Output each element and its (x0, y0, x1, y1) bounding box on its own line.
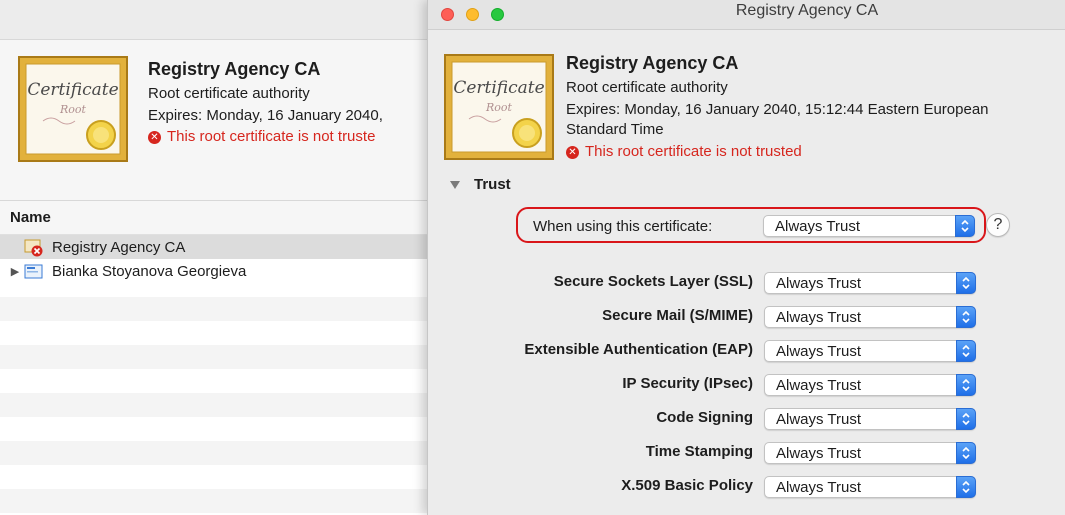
certificate-expiry: Expires: Monday, 16 January 2040, 15:12:… (566, 101, 989, 118)
certificate-kind: Root certificate authority (148, 85, 310, 102)
disclosure-triangle-icon (450, 180, 460, 189)
policy-label-time-stamping: Time Stamping (645, 443, 753, 460)
when-using-highlight: When using this certificate: Always Trus… (516, 207, 986, 243)
popup-value: Always Trust (776, 377, 862, 394)
certificate-details: Registry Agency CA Root certificate auth… (566, 52, 1065, 162)
trust-warning-text: This root certificate is not trusted (585, 143, 802, 160)
certificate-icon: Certificate Root (17, 55, 129, 167)
certificate-icon: Certificate Root (443, 53, 555, 165)
help-button[interactable]: ? (986, 213, 1010, 237)
certificate-name: Registry Agency CA (148, 59, 321, 79)
certificate-details: Registry Agency CA Root certificate auth… (148, 58, 383, 147)
policy-popup-smime[interactable]: Always Trust (764, 306, 976, 328)
policy-popup-ssl[interactable]: Always Trust (764, 272, 976, 294)
chevron-updown-icon (956, 476, 976, 498)
policy-popup-code-signing[interactable]: Always Trust (764, 408, 976, 430)
trust-warning: ✕ This root certificate is not truste (148, 127, 383, 147)
title-bar: Registry Agency CA (428, 0, 1065, 30)
chevron-updown-icon (956, 272, 976, 294)
chevron-updown-icon (956, 408, 976, 430)
popup-value: Always Trust (776, 343, 862, 360)
trust-section-label: Trust (474, 176, 511, 193)
popup-value: Always Trust (775, 218, 861, 235)
chevron-updown-icon (956, 340, 976, 362)
trust-warning: ✕ This root certificate is not trusted (566, 142, 1065, 162)
svg-text:Certificate: Certificate (27, 80, 118, 100)
trust-warning-text: This root certificate is not truste (167, 128, 376, 145)
policy-label-x509: X.509 Basic Policy (621, 477, 753, 494)
window-title: Registry Agency CA (735, 2, 879, 19)
policy-label-code-signing: Code Signing (656, 409, 753, 426)
list-item[interactable]: ▶ Bianka Stoyanova Georgieva (0, 259, 427, 283)
chevron-updown-icon (956, 442, 976, 464)
policy-popup-x509[interactable]: Always Trust (764, 476, 976, 498)
certificate-kind: Root certificate authority (566, 79, 728, 96)
policy-label-smime: Secure Mail (S/MIME) (602, 307, 753, 324)
list-item[interactable]: Registry Agency CA (0, 235, 427, 259)
certificate-name: Registry Agency CA (566, 53, 739, 73)
disclosure-triangle-icon[interactable]: ▶ (6, 265, 24, 278)
list-item-label: Bianka Stoyanova Georgieva (52, 262, 247, 280)
error-icon: ✕ (566, 145, 579, 159)
chevron-updown-icon (956, 374, 976, 396)
error-icon: ✕ (148, 130, 161, 144)
svg-text:Root: Root (485, 101, 513, 114)
certificate-expiry-cont: Standard Time (566, 121, 664, 138)
certificate-list: Name Registry Agency CA ▶ Bianka Stoyano… (0, 200, 427, 515)
keychain-toolbar (0, 0, 427, 40)
certificate-untrusted-icon (24, 239, 44, 257)
keychain-window: Certificate Root Registry Agency CA Root… (0, 0, 427, 515)
trust-section-toggle[interactable]: Trust (450, 176, 511, 193)
svg-text:Root: Root (59, 103, 87, 116)
policy-label-ipsec: IP Security (IPsec) (622, 375, 753, 392)
popup-value: Always Trust (776, 411, 862, 428)
policy-label-eap: Extensible Authentication (EAP) (524, 341, 753, 358)
column-header-name[interactable]: Name (0, 201, 427, 235)
certificate-icon (24, 263, 44, 279)
certificate-summary: Certificate Root Registry Agency CA Root… (0, 40, 427, 200)
chevron-updown-icon (956, 306, 976, 328)
certificate-trust-dialog: Registry Agency CA Certificate Root Regi… (427, 0, 1065, 515)
when-using-label: When using this certificate: (533, 218, 713, 235)
policy-popup-eap[interactable]: Always Trust (764, 340, 976, 362)
when-using-popup[interactable]: Always Trust (763, 215, 975, 237)
policy-popup-ipsec[interactable]: Always Trust (764, 374, 976, 396)
popup-value: Always Trust (776, 275, 862, 292)
chevron-updown-icon (955, 215, 975, 237)
popup-value: Always Trust (776, 309, 862, 326)
certificate-expiry: Expires: Monday, 16 January 2040, (148, 107, 383, 124)
svg-text:Certificate: Certificate (453, 78, 544, 98)
policy-label-ssl: Secure Sockets Layer (SSL) (553, 273, 753, 290)
policy-popup-time-stamping[interactable]: Always Trust (764, 442, 976, 464)
list-item-label: Registry Agency CA (52, 238, 186, 256)
popup-value: Always Trust (776, 479, 862, 496)
popup-value: Always Trust (776, 445, 862, 462)
